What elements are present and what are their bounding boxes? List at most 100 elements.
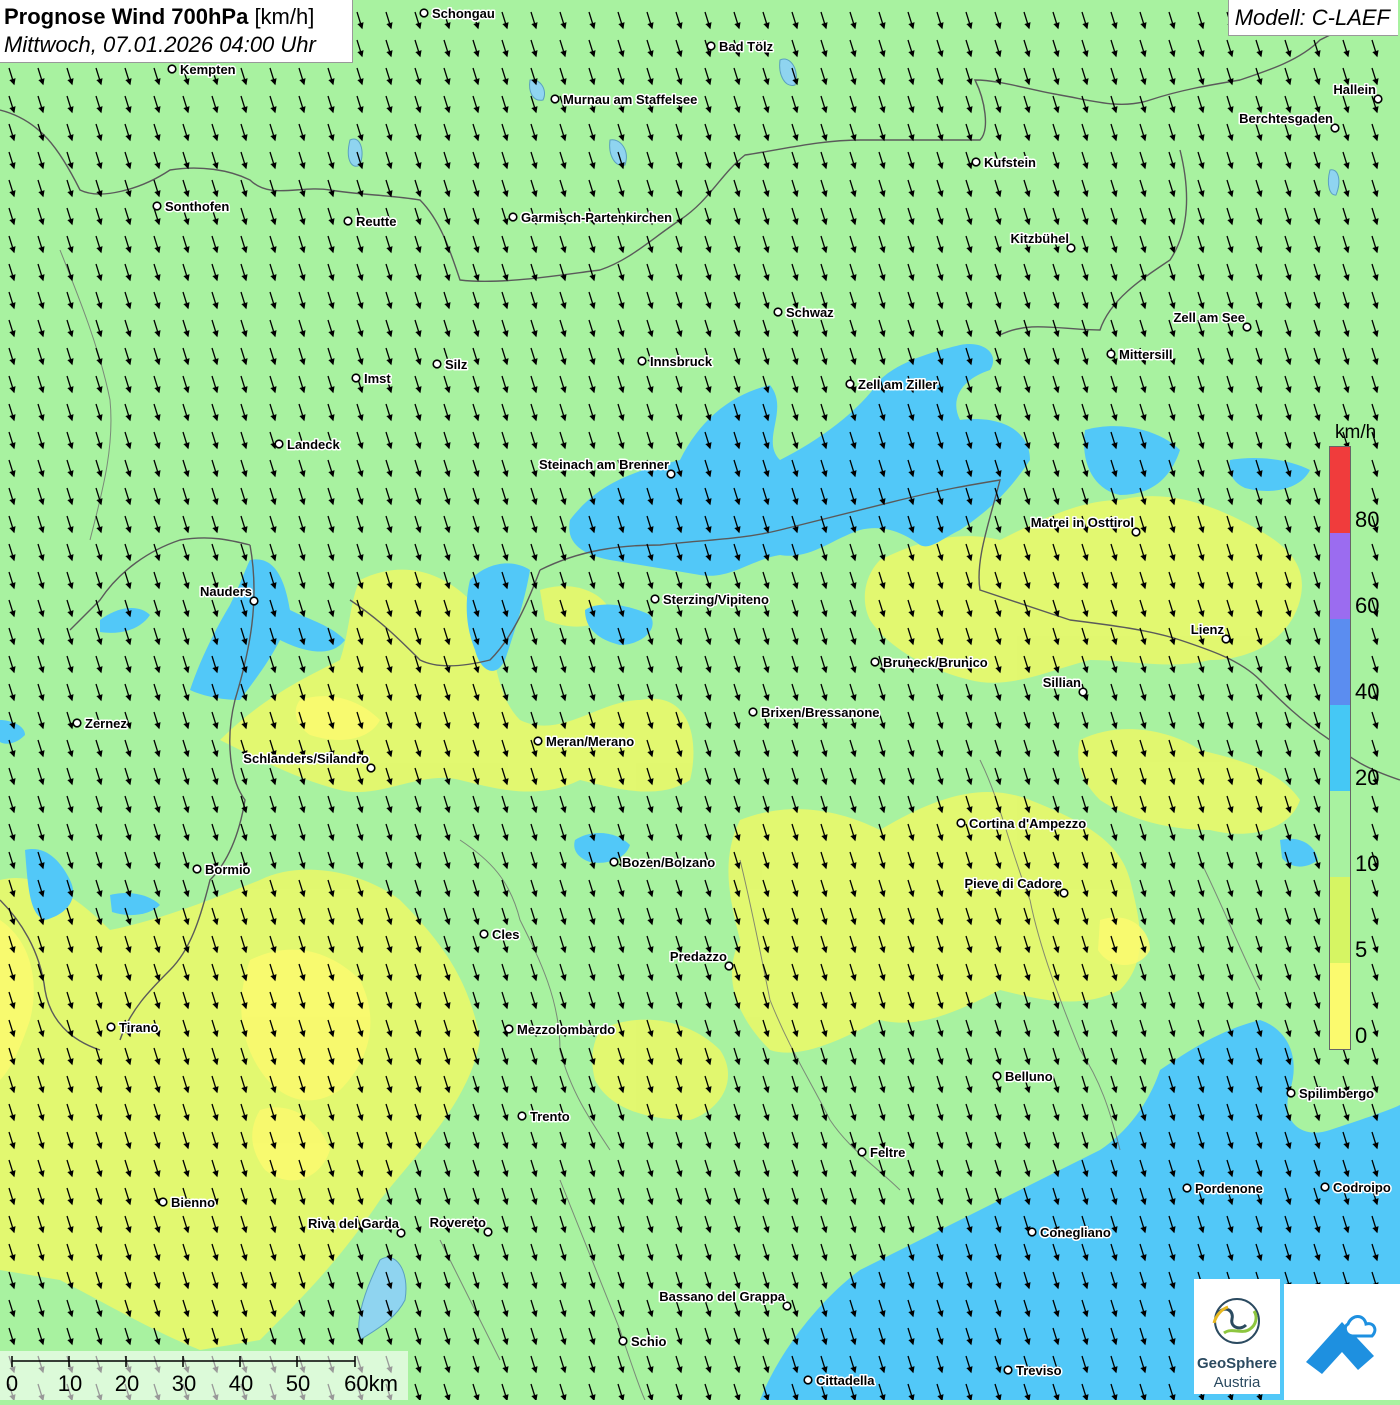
city-marker-icon xyxy=(1027,1227,1037,1237)
city-marker-icon xyxy=(192,864,202,874)
city-label: Meran/Merano xyxy=(546,734,634,749)
city-cortina-d-ampezzo: Cortina d'Ampezzo xyxy=(956,815,1088,833)
legend-label-5: 5 xyxy=(1355,937,1368,962)
scale-label-20: 20 xyxy=(114,1371,140,1396)
city-label: Zell am See xyxy=(1173,310,1245,325)
logo-line2: Austria xyxy=(1213,1374,1261,1391)
scale-bar: 0 10 20 30 40 50 60km xyxy=(0,1351,408,1400)
map-title: Prognose Wind 700hPa [km/h] xyxy=(4,3,352,31)
city-label: Pordenone xyxy=(1195,1181,1263,1196)
city-marker-icon xyxy=(706,41,716,51)
city-zell-am-ziller: Zell am Ziller xyxy=(845,376,939,394)
legend-swatch xyxy=(1330,705,1350,791)
city-label: Hallein xyxy=(1333,82,1376,97)
title-main: Prognose Wind 700hPa xyxy=(4,4,249,29)
city-label: Zell am Ziller xyxy=(858,377,937,392)
city-label: Cles xyxy=(492,927,519,942)
geosphere-logo: GeoSphere Austria xyxy=(1194,1279,1280,1394)
city-label: Tirano xyxy=(119,1020,159,1035)
city-bruneck-brunico: Bruneck/Brunico xyxy=(870,654,989,672)
city-label: Reutte xyxy=(356,214,396,229)
city-label: Steinach am Brenner xyxy=(539,457,669,472)
city-label: Mezzolombardo xyxy=(517,1022,615,1037)
city-label: Codroipo xyxy=(1333,1180,1391,1195)
city-murnau-am-staffelsee: Murnau am Staffelsee xyxy=(550,91,699,109)
model-label: Modell: C-LAEF xyxy=(1227,0,1398,36)
forecast-datetime: Mittwoch, 07.01.2026 04:00 Uhr xyxy=(4,32,316,57)
legend-swatch xyxy=(1330,963,1350,1049)
legend-swatch xyxy=(1330,791,1350,877)
city-label: Rovereto xyxy=(430,1215,486,1230)
city-label: Trento xyxy=(530,1109,570,1124)
city-label: Predazzo xyxy=(670,949,727,964)
city-label: Conegliano xyxy=(1040,1225,1111,1240)
city-marker-icon xyxy=(167,64,177,74)
scale-label-10: 10 xyxy=(57,1371,83,1396)
city-marker-icon xyxy=(773,307,783,317)
city-garmisch-partenkirchen: Garmisch-Partenkirchen xyxy=(508,209,674,227)
city-brixen-bressanone: Brixen/Bressanone xyxy=(748,704,881,722)
city-label: Sonthofen xyxy=(165,199,229,214)
legend-label-10: 10 xyxy=(1355,851,1380,876)
city-label: Cittadella xyxy=(816,1373,875,1388)
city-marker-icon xyxy=(637,356,647,366)
city-label: Landeck xyxy=(287,437,341,452)
city-label: Belluno xyxy=(1005,1069,1053,1084)
city-marker-icon xyxy=(748,707,758,717)
city-marker-icon xyxy=(1286,1088,1296,1098)
city-innsbruck: Innsbruck xyxy=(637,353,714,371)
city-label: Kitzbühel xyxy=(1011,231,1070,246)
city-bozen-bolzano: Bozen/Bolzano xyxy=(609,854,717,872)
city-marker-icon xyxy=(351,373,361,383)
city-marker-icon xyxy=(992,1071,1002,1081)
city-label: Bozen/Bolzano xyxy=(622,855,715,870)
city-label: Pieve di Cadore xyxy=(964,876,1062,891)
city-marker-icon xyxy=(609,857,619,867)
logo-line1: GeoSphere xyxy=(1196,1355,1278,1372)
city-label: Silz xyxy=(445,357,468,372)
city-label: Lienz xyxy=(1191,622,1225,637)
city-label: Feltre xyxy=(870,1145,905,1160)
city-marker-icon xyxy=(504,1024,514,1034)
city-label: Schio xyxy=(631,1334,666,1349)
city-marker-icon xyxy=(1182,1183,1192,1193)
legend-label-60: 60 xyxy=(1355,593,1380,618)
city-marker-icon xyxy=(1106,349,1116,359)
scale-label-30: 30 xyxy=(171,1371,197,1396)
city-label: Bienno xyxy=(171,1195,215,1210)
legend-label-40: 40 xyxy=(1355,679,1380,704)
city-label: Garmisch-Partenkirchen xyxy=(521,210,672,225)
city-marker-icon xyxy=(72,718,82,728)
city-conegliano: Conegliano xyxy=(1027,1224,1112,1242)
city-label: Berchtesgaden xyxy=(1239,111,1333,126)
city-label: Imst xyxy=(364,371,391,386)
scale-label-0: 0 xyxy=(5,1371,19,1396)
legend-swatch xyxy=(1330,447,1350,533)
scale-label-50: 50 xyxy=(285,1371,311,1396)
city-marker-icon xyxy=(857,1147,867,1157)
city-marker-icon xyxy=(158,1197,168,1207)
title-unit: [km/h] xyxy=(254,4,315,29)
city-label: Nauders xyxy=(200,584,252,599)
city-marker-icon xyxy=(508,212,518,222)
city-label: Kempten xyxy=(180,62,236,77)
city-marker-icon xyxy=(479,929,489,939)
wind-forecast-map: Schongau Kempten Bad Tölz Murnau am Staffel… xyxy=(0,0,1400,1400)
city-marker-icon xyxy=(343,216,353,226)
city-label: Sillian xyxy=(1043,675,1081,690)
city-label: Mittersill xyxy=(1119,347,1172,362)
city-marker-icon xyxy=(971,157,981,167)
city-marker-icon xyxy=(845,379,855,389)
city-meran-merano: Meran/Merano xyxy=(533,733,636,751)
mountain-cloud-icon xyxy=(1306,1315,1377,1374)
scale-label-60km: 60km xyxy=(344,1371,398,1396)
city-schongau: Schongau xyxy=(419,5,496,23)
city-label: Spilimbergo xyxy=(1299,1086,1374,1101)
scale-label-40: 40 xyxy=(228,1371,254,1396)
city-marker-icon xyxy=(803,1375,813,1385)
legend-swatch xyxy=(1330,533,1350,619)
city-label: Bad Tölz xyxy=(719,39,774,54)
color-legend: km/h 80 60 40 20 10 5 0 xyxy=(1329,420,1385,1052)
city-marker-icon xyxy=(650,594,660,604)
city-label: Riva del Garda xyxy=(308,1216,400,1231)
